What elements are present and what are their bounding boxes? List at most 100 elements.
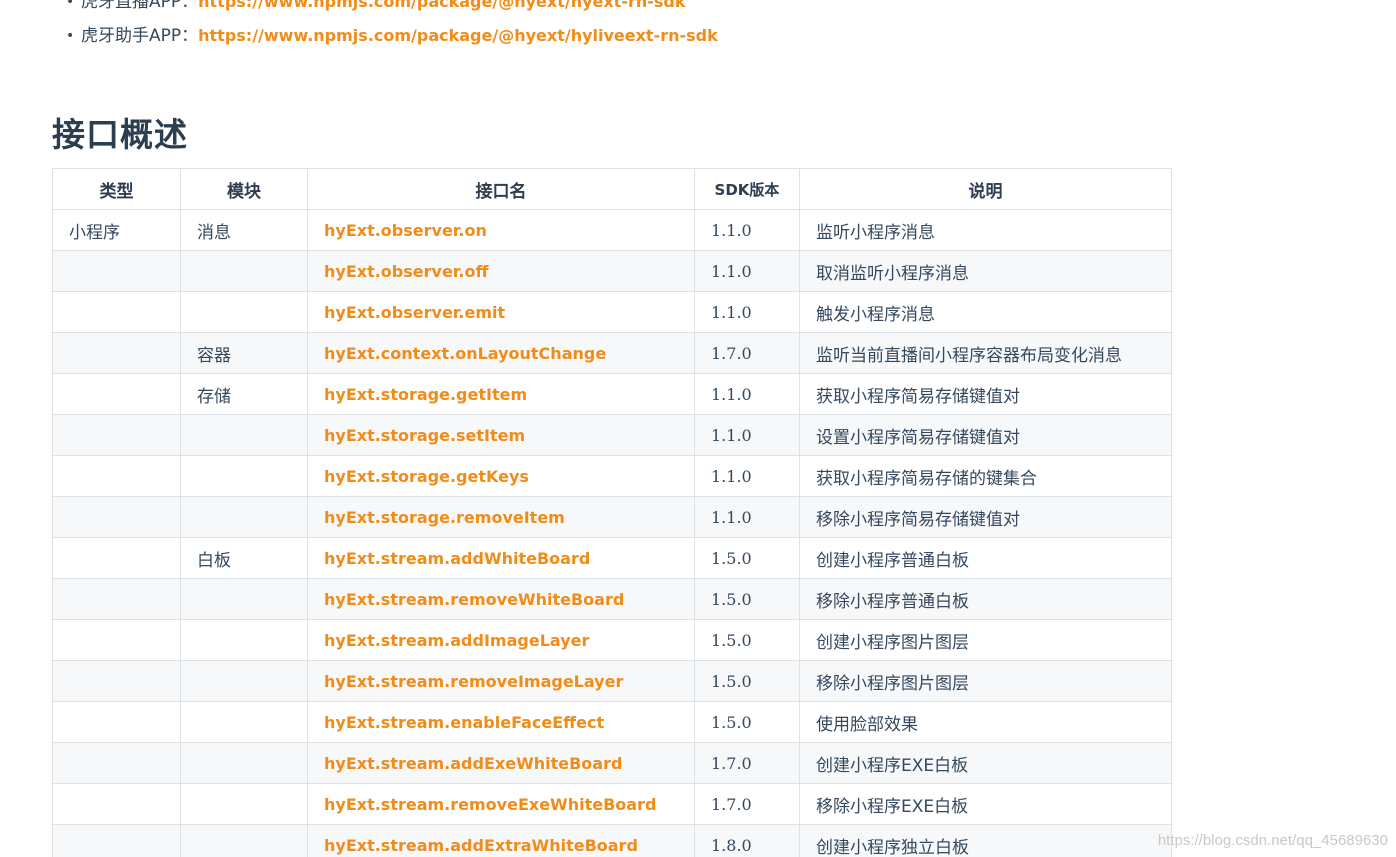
link-label: 虎牙助手APP： <box>81 26 199 46</box>
cell-type: 小程序 <box>52 209 181 251</box>
bullet-icon: • <box>66 28 75 44</box>
npm-link-huya-assistant[interactable]: https://www.npmjs.com/package/@hyext/hyl… <box>198 26 718 45</box>
table-row: hyExt.observer.off 1.1.0 取消监听小程序消息 <box>52 250 1172 292</box>
cell-description: 移除小程序图片图层 <box>799 660 1172 702</box>
cell-type <box>52 373 181 415</box>
cell-module <box>180 496 308 538</box>
cell-sdk-version: 1.1.0 <box>694 209 800 251</box>
header-api-name: 接口名 <box>307 168 695 210</box>
cell-api-link[interactable]: hyExt.stream.addWhiteBoard <box>307 537 695 579</box>
cell-module <box>180 455 308 497</box>
cell-sdk-version: 1.1.0 <box>694 291 800 333</box>
cell-api-link[interactable]: hyExt.storage.getItem <box>307 373 695 415</box>
cell-module <box>180 250 308 292</box>
cell-type <box>52 783 181 825</box>
cell-type <box>52 824 181 857</box>
npm-links-list: • 虎牙直播APP：https://www.npmjs.com/package/… <box>66 0 718 53</box>
cell-sdk-version: 1.5.0 <box>694 578 800 620</box>
cell-description: 设置小程序简易存储键值对 <box>799 414 1172 456</box>
cell-api-link[interactable]: hyExt.observer.on <box>307 209 695 251</box>
cell-description: 监听小程序消息 <box>799 209 1172 251</box>
cell-description: 移除小程序EXE白板 <box>799 783 1172 825</box>
cell-type <box>52 742 181 784</box>
cell-module <box>180 578 308 620</box>
cell-module <box>180 783 308 825</box>
cell-module <box>180 742 308 784</box>
cell-type <box>52 537 181 579</box>
npm-link-huya-live[interactable]: https://www.npmjs.com/package/@hyext/hye… <box>198 0 685 11</box>
table-body: 小程序 消息 hyExt.observer.on 1.1.0 监听小程序消息 hyExt.… <box>52 209 1172 857</box>
cell-sdk-version: 1.1.0 <box>694 455 800 497</box>
bullet-icon: • <box>66 0 75 10</box>
cell-description: 创建小程序图片图层 <box>799 619 1172 661</box>
cell-sdk-version: 1.5.0 <box>694 619 800 661</box>
table-row: hyExt.stream.addImageLayer 1.5.0 创建小程序图片图层 <box>52 619 1172 661</box>
cell-sdk-version: 1.1.0 <box>694 373 800 415</box>
link-label: 虎牙直播APP： <box>81 0 199 12</box>
section-title: 接口概述 <box>52 115 188 154</box>
cell-api-link[interactable]: hyExt.stream.removeWhiteBoard <box>307 578 695 620</box>
cell-type <box>52 619 181 661</box>
doc-page: • 虎牙直播APP：https://www.npmjs.com/package/… <box>0 0 1396 857</box>
header-sdk-version: SDK版本 <box>694 168 800 210</box>
cell-description: 获取小程序简易存储的键集合 <box>799 455 1172 497</box>
cell-description: 监听当前直播间小程序容器布局变化消息 <box>799 332 1172 374</box>
header-description: 说明 <box>799 168 1172 210</box>
cell-module: 白板 <box>180 537 308 579</box>
cell-module <box>180 660 308 702</box>
cell-sdk-version: 1.7.0 <box>694 332 800 374</box>
table-row: hyExt.stream.removeImageLayer 1.5.0 移除小程序图… <box>52 660 1172 702</box>
cell-api-link[interactable]: hyExt.stream.removeExeWhiteBoard <box>307 783 695 825</box>
cell-module <box>180 291 308 333</box>
table-row: hyExt.stream.removeWhiteBoard 1.5.0 移除小程序普… <box>52 578 1172 620</box>
cell-type <box>52 660 181 702</box>
table-row: hyExt.stream.addExeWhiteBoard 1.7.0 创建小程序E… <box>52 742 1172 784</box>
cell-api-link[interactable]: hyExt.storage.setItem <box>307 414 695 456</box>
cell-module <box>180 701 308 743</box>
cell-description: 创建小程序EXE白板 <box>799 742 1172 784</box>
table-row: 存储 hyExt.storage.getItem 1.1.0 获取小程序简易存储键值对 <box>52 373 1172 415</box>
table-row: hyExt.stream.removeExeWhiteBoard 1.7.0 移除小… <box>52 783 1172 825</box>
api-overview-table: 类型 模块 接口名 SDK版本 说明 小程序 消息 hyExt.observer.o… <box>52 168 1172 857</box>
cell-sdk-version: 1.1.0 <box>694 250 800 292</box>
cell-description: 移除小程序普通白板 <box>799 578 1172 620</box>
cell-api-link[interactable]: hyExt.stream.addExtraWhiteBoard <box>307 824 695 857</box>
cell-description: 取消监听小程序消息 <box>799 250 1172 292</box>
cell-description: 创建小程序独立白板 <box>799 824 1172 857</box>
cell-api-link[interactable]: hyExt.stream.addExeWhiteBoard <box>307 742 695 784</box>
cell-api-link[interactable]: hyExt.context.onLayoutChange <box>307 332 695 374</box>
cell-api-link[interactable]: hyExt.storage.getKeys <box>307 455 695 497</box>
cell-sdk-version: 1.5.0 <box>694 660 800 702</box>
table-row: hyExt.storage.getKeys 1.1.0 获取小程序简易存储的键集合 <box>52 455 1172 497</box>
header-type: 类型 <box>52 168 181 210</box>
cell-api-link[interactable]: hyExt.stream.enableFaceEffect <box>307 701 695 743</box>
cell-type <box>52 332 181 374</box>
cell-type <box>52 496 181 538</box>
cell-api-link[interactable]: hyExt.observer.emit <box>307 291 695 333</box>
table-row: hyExt.storage.setItem 1.1.0 设置小程序简易存储键值对 <box>52 414 1172 456</box>
cell-sdk-version: 1.5.0 <box>694 537 800 579</box>
list-item: • 虎牙助手APP：https://www.npmjs.com/package/… <box>66 19 718 53</box>
cell-type <box>52 414 181 456</box>
cell-sdk-version: 1.7.0 <box>694 742 800 784</box>
cell-description: 获取小程序简易存储键值对 <box>799 373 1172 415</box>
cell-description: 创建小程序普通白板 <box>799 537 1172 579</box>
cell-api-link[interactable]: hyExt.stream.addImageLayer <box>307 619 695 661</box>
cell-api-link[interactable]: hyExt.stream.removeImageLayer <box>307 660 695 702</box>
cell-type <box>52 701 181 743</box>
table-row: hyExt.storage.removeItem 1.1.0 移除小程序简易存储键值… <box>52 496 1172 538</box>
cell-sdk-version: 1.7.0 <box>694 783 800 825</box>
cell-api-link[interactable]: hyExt.observer.off <box>307 250 695 292</box>
header-module: 模块 <box>180 168 308 210</box>
list-item: • 虎牙直播APP：https://www.npmjs.com/package/… <box>66 0 718 19</box>
cell-type <box>52 250 181 292</box>
cell-module: 消息 <box>180 209 308 251</box>
cell-api-link[interactable]: hyExt.storage.removeItem <box>307 496 695 538</box>
cell-sdk-version: 1.1.0 <box>694 414 800 456</box>
cell-description: 触发小程序消息 <box>799 291 1172 333</box>
table-row: 容器 hyExt.context.onLayoutChange 1.7.0 监听当前直… <box>52 332 1172 374</box>
table-row: hyExt.stream.enableFaceEffect 1.5.0 使用脸部效果 <box>52 701 1172 743</box>
table-row: 小程序 消息 hyExt.observer.on 1.1.0 监听小程序消息 <box>52 209 1172 251</box>
table-row: hyExt.observer.emit 1.1.0 触发小程序消息 <box>52 291 1172 333</box>
cell-module <box>180 824 308 857</box>
